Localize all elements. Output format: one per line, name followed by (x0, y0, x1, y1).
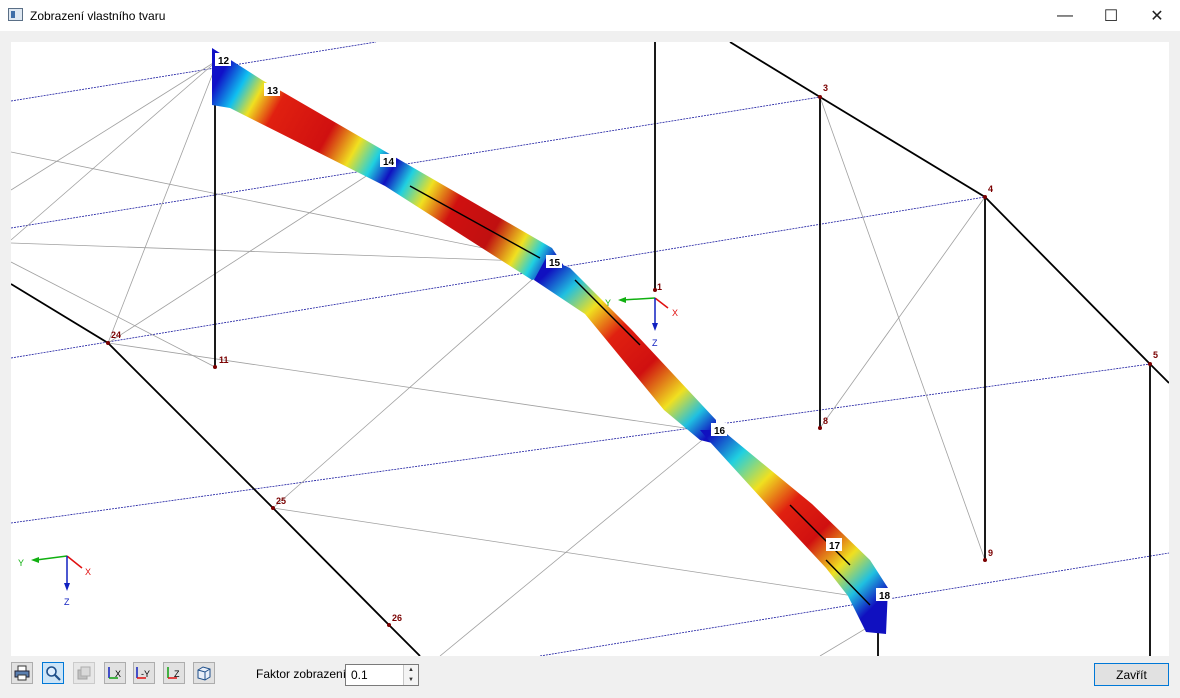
factor-input[interactable] (346, 665, 409, 685)
factor-spinbox[interactable]: ▲ ▼ (345, 664, 419, 686)
grid-lines (11, 42, 1169, 656)
factor-label: Faktor zobrazení: (256, 667, 350, 681)
render-icon (77, 666, 91, 680)
bottom-toolbar: X -Y Z Faktor zobrazení: ▲ ▼ Zavřít (0, 658, 1180, 698)
window-title: Zobrazení vlastního tvaru (30, 9, 166, 23)
spin-up-button[interactable]: ▲ (403, 665, 418, 675)
node-label-4: 4 (988, 184, 993, 194)
view-z-icon: Z (167, 667, 180, 679)
mode-shape (212, 48, 888, 634)
zoom-icon (46, 666, 61, 681)
node-label-1: 1 (657, 282, 662, 292)
view-x-button[interactable]: X (104, 662, 126, 684)
model-view[interactable]: 12 13 14 15 16 17 18 1 3 4 5 8 9 11 24 2… (11, 42, 1169, 656)
node-label-13: 13 (267, 86, 279, 97)
node-label-8: 8 (823, 416, 828, 426)
render-button[interactable] (73, 662, 95, 684)
axis-y-label: Y (605, 298, 611, 308)
node-label-15: 15 (549, 258, 561, 269)
node-label-18: 18 (879, 591, 891, 602)
node-label-24: 24 (111, 330, 121, 340)
svg-text:Z: Z (174, 669, 180, 679)
node-label-16: 16 (714, 426, 726, 437)
view-minus-y-icon: -Y (136, 667, 150, 679)
axis-triad-corner: Y X Z (18, 555, 91, 607)
print-button[interactable] (11, 662, 33, 684)
node-label-5: 5 (1153, 350, 1158, 360)
node-label-14: 14 (383, 157, 395, 168)
view-minus-y-button[interactable]: -Y (133, 662, 155, 684)
view-x-icon: X (108, 667, 121, 679)
svg-text:X: X (115, 669, 121, 679)
zoom-button[interactable] (42, 662, 64, 684)
spin-down-button[interactable]: ▼ (403, 675, 418, 685)
node-label-9: 9 (988, 548, 993, 558)
node-label-12: 12 (218, 56, 230, 67)
axis-x-label: X (672, 308, 678, 318)
corner-axis-y-label: Y (18, 558, 24, 568)
node-label-25: 25 (276, 496, 286, 506)
close-button[interactable]: Zavřít (1094, 663, 1169, 686)
print-icon (14, 665, 30, 681)
svg-text:-Y: -Y (141, 669, 150, 679)
node-label-26: 26 (392, 613, 402, 623)
title-bar: Zobrazení vlastního tvaru — ☐ ✕ (0, 0, 1180, 31)
corner-axis-z-label: Z (64, 597, 70, 607)
maximize-button[interactable]: ☐ (1088, 0, 1134, 31)
close-window-button[interactable]: ✕ (1134, 0, 1180, 31)
node-label-17: 17 (829, 541, 841, 552)
isometric-icon (197, 666, 211, 681)
isometric-button[interactable] (193, 662, 215, 684)
node-label-11: 11 (219, 355, 229, 365)
axis-z-label: Z (652, 338, 658, 348)
view-z-button[interactable]: Z (163, 662, 185, 684)
corner-axis-x-label: X (85, 567, 91, 577)
node-label-3: 3 (823, 83, 828, 93)
3d-viewport[interactable]: 12 13 14 15 16 17 18 1 3 4 5 8 9 11 24 2… (11, 42, 1169, 656)
minimize-button[interactable]: — (1042, 0, 1088, 31)
app-icon (8, 8, 23, 21)
